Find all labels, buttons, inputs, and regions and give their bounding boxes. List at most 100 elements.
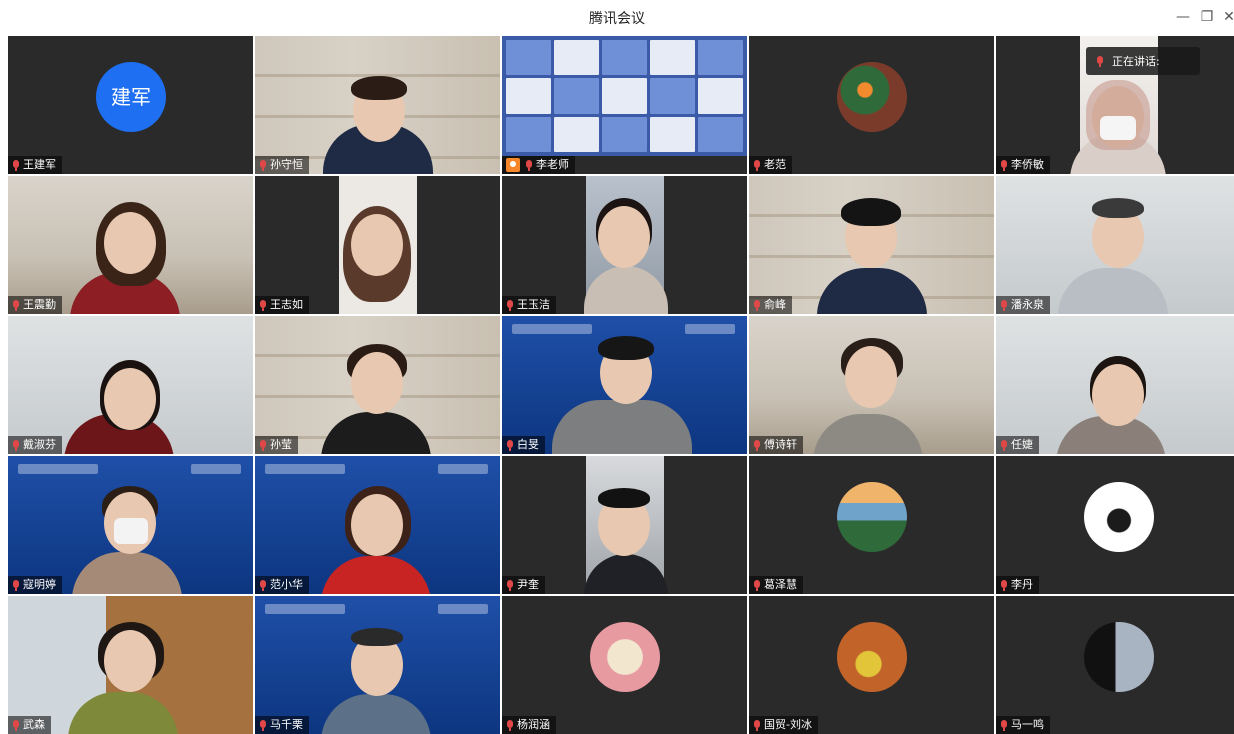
nameplate: 国贸-刘冰 [749, 716, 818, 734]
virtual-background-logo [18, 464, 98, 474]
participant-tile[interactable]: 马一鸣 [996, 596, 1234, 734]
participant-name: 尹奎 [517, 578, 539, 591]
mic-icon [12, 159, 20, 171]
participant-name: 王玉洁 [517, 298, 550, 311]
title-bar: 腾讯会议 — ❐ ✕ [0, 0, 1234, 34]
nameplate: 王志如 [255, 296, 309, 314]
mic-icon [1000, 159, 1008, 171]
close-button[interactable]: ✕ [1216, 6, 1234, 28]
minimize-button[interactable]: — [1170, 6, 1196, 28]
participant-name: 寇明婷 [23, 578, 56, 591]
nameplate: 范小华 [255, 576, 309, 594]
participant-name: 马千栗 [270, 718, 303, 731]
participant-name: 俞峰 [764, 298, 786, 311]
nameplate: 傅诗轩 [749, 436, 803, 454]
nameplate: 李老师 [502, 156, 575, 174]
participant-name: 李丹 [1011, 578, 1033, 591]
avatar: 建军 [96, 62, 166, 132]
participant-tile[interactable]: 马千栗 [255, 596, 500, 734]
person-hair [351, 76, 407, 100]
avatar [590, 622, 660, 692]
participant-name: 李老师 [536, 158, 569, 171]
shared-screen [502, 36, 747, 156]
virtual-background-logo [512, 324, 592, 334]
participant-name: 杨润涵 [517, 718, 550, 731]
mic-icon [259, 579, 267, 591]
speaking-label: 正在讲话: [1112, 55, 1160, 68]
participant-tile[interactable]: 戴淑芬 [8, 316, 253, 454]
mic-icon [1000, 579, 1008, 591]
participant-name: 马一鸣 [1011, 718, 1044, 731]
mic-icon [12, 579, 20, 591]
nameplate: 马一鸣 [996, 716, 1050, 734]
participant-tile[interactable]: 王志如 [255, 176, 500, 314]
mic-icon [753, 159, 761, 171]
nameplate: 王建军 [8, 156, 62, 174]
participant-tile[interactable]: 老范 [749, 36, 994, 174]
participant-tile[interactable]: 俞峰 [749, 176, 994, 314]
person-body [813, 414, 923, 454]
nameplate: 杨润涵 [502, 716, 556, 734]
participant-tile[interactable]: 葛泽慧 [749, 456, 994, 594]
nameplate: 武森 [8, 716, 51, 734]
mic-icon [506, 439, 514, 451]
person-body [321, 694, 431, 734]
participant-tile[interactable]: 孙守恒 [255, 36, 500, 174]
participant-name: 孙莹 [270, 438, 292, 451]
mic-icon [1000, 719, 1008, 731]
mic-icon [12, 299, 20, 311]
person-body [552, 400, 692, 454]
person-head [351, 352, 403, 414]
participant-name: 戴淑芬 [23, 438, 56, 451]
participant-tile[interactable]: 武森 [8, 596, 253, 734]
participant-tile[interactable]: 潘永泉 [996, 176, 1234, 314]
participant-tile[interactable]: 傅诗轩 [749, 316, 994, 454]
participant-name: 李侨敏 [1011, 158, 1044, 171]
participant-tile[interactable]: 王玉洁 [502, 176, 747, 314]
participant-tile[interactable]: 任婕 [996, 316, 1234, 454]
participant-tile[interactable]: 国贸-刘冰 [749, 596, 994, 734]
virtual-background-logo [191, 464, 241, 474]
speaker-mic-icon [1096, 55, 1104, 67]
person-hair [598, 336, 654, 360]
participant-name: 潘永泉 [1011, 298, 1044, 311]
mask [1100, 116, 1136, 140]
participant-tile[interactable]: 王震勤 [8, 176, 253, 314]
nameplate: 李侨敏 [996, 156, 1050, 174]
participant-name: 任婕 [1011, 438, 1033, 451]
virtual-background-logo [265, 464, 345, 474]
window-title: 腾讯会议 [589, 11, 645, 27]
person-hair [1092, 198, 1144, 218]
participant-tile[interactable]: 建军 王建军 [8, 36, 253, 174]
mic-icon [506, 579, 514, 591]
participant-name: 王建军 [23, 158, 56, 171]
participant-name: 范小华 [270, 578, 303, 591]
participant-tile[interactable]: 尹奎 [502, 456, 747, 594]
virtual-background-logo [438, 604, 488, 614]
nameplate: 老范 [749, 156, 792, 174]
person-head [104, 630, 156, 692]
participant-tile[interactable]: 孙莹 [255, 316, 500, 454]
presenter-icon [506, 158, 520, 172]
avatar [837, 622, 907, 692]
mic-icon [753, 299, 761, 311]
mic-icon [259, 719, 267, 731]
participant-tile[interactable]: 李老师 [502, 36, 747, 174]
participant-tile[interactable]: 李丹 [996, 456, 1234, 594]
mic-icon [259, 159, 267, 171]
person-head [351, 494, 403, 556]
avatar [837, 62, 907, 132]
nameplate: 尹奎 [502, 576, 545, 594]
mic-icon [12, 439, 20, 451]
person-hair [351, 628, 403, 646]
participant-tile[interactable]: 范小华 [255, 456, 500, 594]
participant-name: 老范 [764, 158, 786, 171]
participant-name: 孙守恒 [270, 158, 303, 171]
participant-tile[interactable]: 杨润涵 [502, 596, 747, 734]
nameplate: 寇明婷 [8, 576, 62, 594]
participant-tile[interactable]: 白旻 [502, 316, 747, 454]
mic-icon [506, 299, 514, 311]
mic-icon [1000, 439, 1008, 451]
participant-tile[interactable]: 寇明婷 [8, 456, 253, 594]
speaking-indicator: 正在讲话: [1086, 47, 1200, 75]
